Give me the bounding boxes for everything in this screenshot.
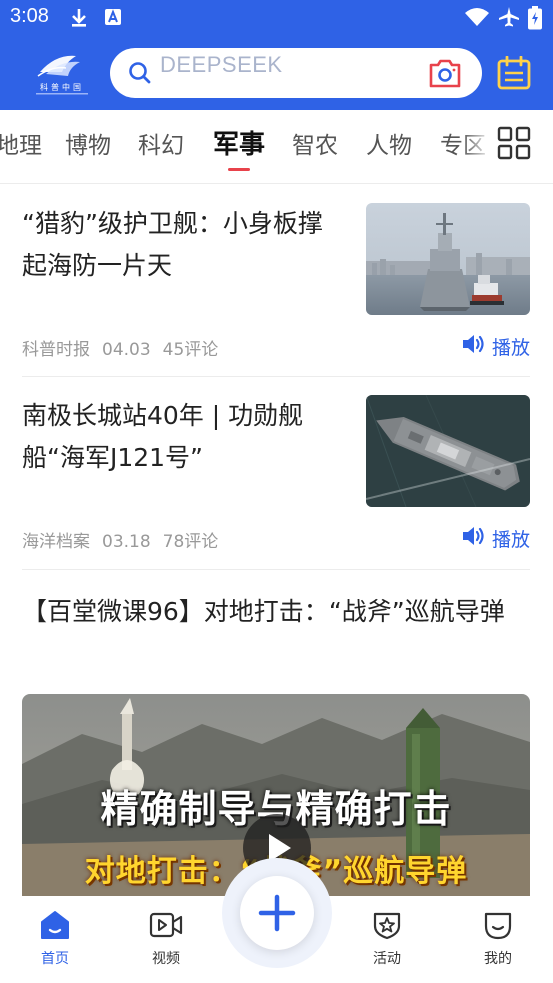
article-source: 海洋档案	[22, 532, 90, 552]
category-tabs: 地理 博物 科幻 军事 智农 人物 专区	[0, 110, 553, 184]
battery-icon	[528, 6, 542, 34]
nav-activity-label: 活动	[373, 951, 401, 967]
nav-home-label: 首页	[41, 951, 69, 967]
kepu-logo[interactable]: 科普中国	[22, 50, 102, 96]
tab-geography[interactable]: 地理	[0, 126, 42, 160]
article-meta: 海洋档案 03.18 78评论	[22, 527, 230, 552]
article-source: 科普时报	[22, 340, 90, 360]
activity-icon	[371, 910, 403, 944]
nav-video-label: 视频	[152, 951, 180, 967]
nav-video[interactable]: 视频	[136, 910, 196, 968]
calendar-icon[interactable]	[497, 55, 531, 94]
article-title[interactable]: “猎豹”级护卫舰：小身板撑起海防一片天	[22, 203, 342, 287]
play-label: 播放	[491, 529, 530, 551]
notification-a-icon	[104, 8, 122, 30]
plus-icon	[258, 894, 296, 936]
article-card[interactable]: 南极长城站40年 | 功勋舰船“海军J121号” 海洋档案 03.18 78评论…	[22, 395, 530, 565]
svg-text:科普中国: 科普中国	[40, 82, 84, 92]
nav-home[interactable]: 首页	[25, 910, 85, 968]
active-tab-indicator	[228, 168, 250, 171]
app-screen: 3:08 科普中国 DEEPSEEK 地理 博物 科幻 军事 智农 人物 “猎豹…	[0, 0, 553, 983]
article-meta: 科普时报 04.03 45评论	[22, 335, 230, 360]
video-article-title[interactable]: 【百堂微课96】对地打击：“战斧”巡航导弹	[22, 590, 530, 634]
create-post-button[interactable]	[240, 876, 314, 950]
tab-scifi[interactable]: 科幻	[138, 126, 184, 160]
search-input[interactable]: DEEPSEEK	[160, 52, 283, 78]
camera-icon[interactable]	[428, 57, 462, 93]
video-icon	[149, 910, 183, 944]
tab-people[interactable]: 人物	[366, 126, 412, 160]
app-header: 3:08 科普中国 DEEPSEEK	[0, 0, 553, 110]
download-icon	[70, 8, 88, 32]
profile-icon	[482, 910, 514, 944]
speaker-icon	[462, 333, 486, 360]
tab-agriculture[interactable]: 智农	[292, 126, 338, 160]
tabs-fade	[462, 110, 492, 183]
status-bar: 3:08	[0, 0, 553, 36]
speaker-icon	[462, 525, 486, 552]
search-icon	[128, 61, 152, 89]
divider	[22, 569, 530, 570]
tab-military[interactable]: 军事	[213, 124, 265, 161]
tab-museum[interactable]: 博物	[65, 126, 111, 160]
nav-profile[interactable]: 我的	[468, 910, 528, 968]
article-thumbnail[interactable]	[366, 395, 530, 507]
wifi-icon	[464, 7, 490, 31]
article-title[interactable]: 南极长城站40年 | 功勋舰船“海军J121号”	[22, 395, 342, 479]
airplane-icon	[498, 6, 520, 32]
article-comments[interactable]: 78评论	[163, 532, 219, 552]
play-label: 播放	[491, 337, 530, 359]
status-time: 3:08	[10, 5, 49, 27]
play-audio-button[interactable]: 播放	[462, 525, 530, 552]
divider	[22, 376, 530, 377]
play-audio-button[interactable]: 播放	[462, 333, 530, 360]
article-comments[interactable]: 45评论	[163, 340, 219, 360]
article-date: 03.18	[102, 532, 151, 552]
article-card[interactable]: “猎豹”级护卫舰：小身板撑起海防一片天 科普时报 04.03 45评论 播放	[22, 203, 530, 373]
nav-activity[interactable]: 活动	[357, 910, 417, 968]
article-thumbnail[interactable]	[366, 203, 530, 315]
search-bar[interactable]: DEEPSEEK	[110, 48, 482, 98]
nav-profile-label: 我的	[484, 951, 512, 967]
grid-icon[interactable]	[497, 126, 531, 164]
article-date: 04.03	[102, 340, 151, 360]
home-icon	[39, 910, 71, 944]
